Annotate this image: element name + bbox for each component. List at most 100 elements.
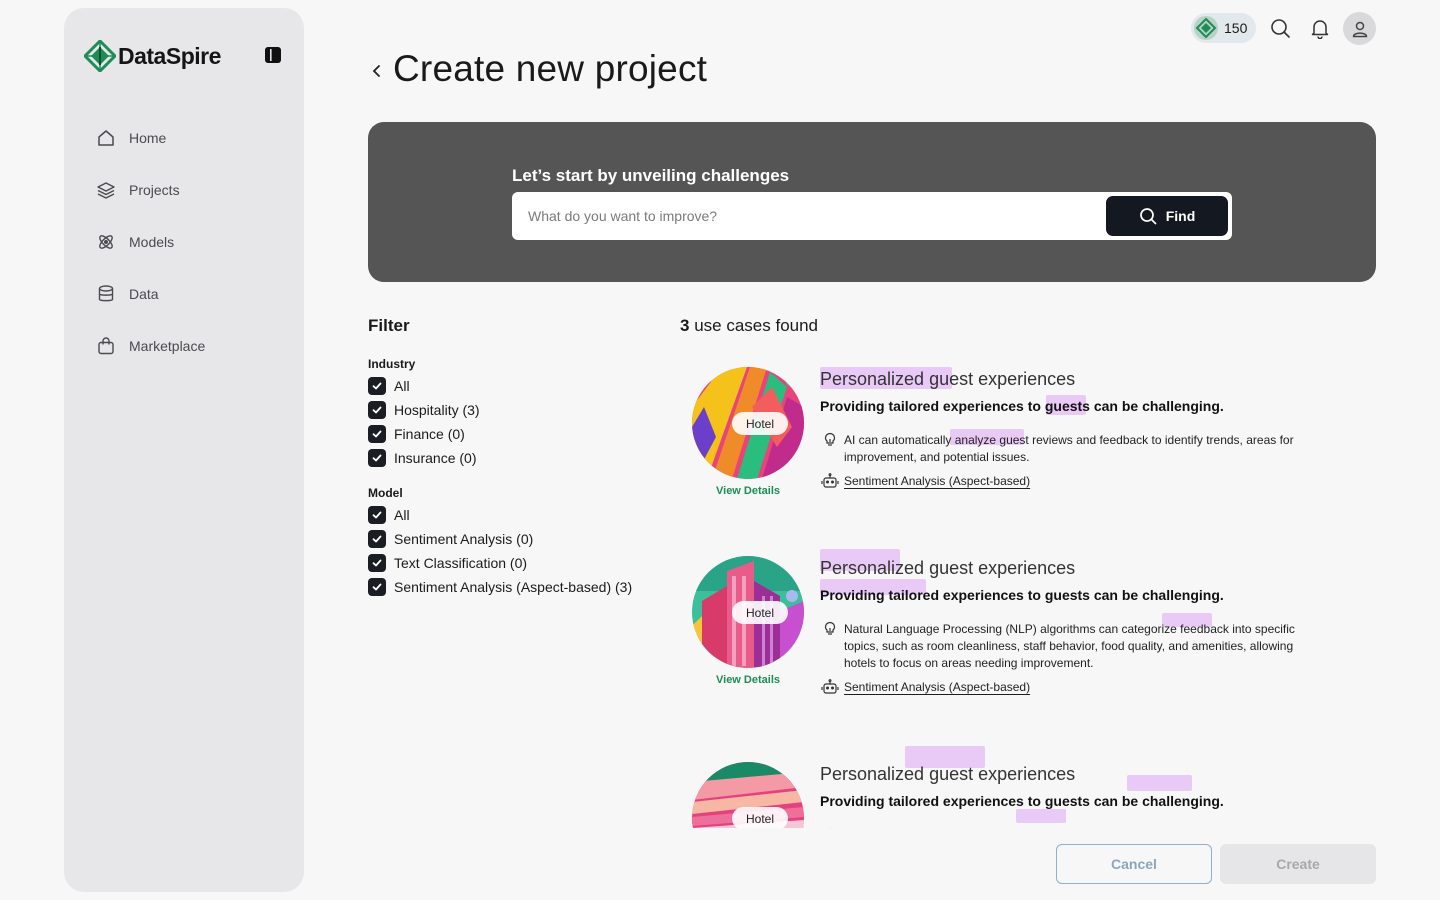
filter-option[interactable]: All: [368, 503, 632, 527]
page-title: Create new project: [393, 48, 708, 89]
sidebar-item-label: Projects: [129, 182, 180, 198]
user-icon: [1352, 21, 1367, 37]
search-icon[interactable]: [1269, 17, 1291, 39]
cancel-button[interactable]: Cancel: [1056, 844, 1212, 884]
robot-icon: [821, 473, 839, 488]
filter-option-label: Finance (0): [394, 426, 465, 442]
shopping-bag-icon: [96, 336, 116, 356]
filter-option-label: Sentiment Analysis (Aspect-based) (3): [394, 579, 633, 595]
credits-icon: [1194, 16, 1218, 40]
filter-option-label: Text Classification (0): [394, 555, 528, 571]
use-case-subtitle: Providing tailored experiences to guests…: [820, 793, 1224, 809]
check-icon: [372, 583, 382, 591]
dataspire-logo-icon: [84, 40, 116, 72]
sidebar-item-label: Data: [129, 286, 159, 302]
checkbox-checked[interactable]: [368, 425, 386, 443]
filter-group-model-title: Model: [368, 486, 403, 500]
filter-option[interactable]: Sentiment Analysis (Aspect-based) (3): [368, 575, 632, 599]
atom-icon: [96, 232, 116, 252]
view-details-link[interactable]: View Details: [710, 485, 786, 497]
sidebar-item-projects[interactable]: Projects: [96, 164, 205, 216]
filter-option-label: All: [394, 507, 410, 523]
use-case-title[interactable]: Personalized guest experiences: [820, 369, 1075, 390]
use-case-title[interactable]: Personalized guest experiences: [820, 764, 1075, 785]
filter-option[interactable]: All: [368, 374, 480, 398]
sidebar-item-marketplace[interactable]: Marketplace: [96, 320, 205, 372]
filter-option-label: Insurance (0): [394, 450, 477, 466]
model-link[interactable]: Sentiment Analysis (Aspect-based): [844, 680, 1030, 694]
industry-badge: Hotel: [732, 601, 788, 624]
layers-icon: [96, 180, 116, 200]
use-case-thumbnail[interactable]: Hotel: [692, 762, 804, 828]
check-icon: [372, 430, 382, 438]
search-bar: Find: [512, 192, 1232, 240]
use-case-thumbnail[interactable]: Hotel: [692, 367, 804, 479]
sidebar-item-label: Home: [129, 130, 167, 146]
checkbox-checked[interactable]: [368, 506, 386, 524]
bell-icon[interactable]: [1309, 17, 1331, 39]
use-case-thumbnail[interactable]: Hotel: [692, 556, 804, 668]
filter-group-industry-title: Industry: [368, 357, 416, 371]
use-case-description: Natural Language Processing (NLP) algori…: [844, 622, 1295, 670]
app-name: DataSpire: [118, 42, 221, 69]
check-icon: [372, 406, 382, 414]
sidebar-item-label: Models: [129, 234, 175, 250]
check-icon: [372, 382, 382, 390]
search-icon: [1139, 208, 1157, 225]
credits-value: 150: [1224, 20, 1248, 36]
back-chevron-icon[interactable]: [370, 62, 384, 80]
check-icon: [372, 535, 382, 543]
sidebar-item-models[interactable]: Models: [96, 216, 205, 268]
results-count-number: 3: [680, 316, 690, 335]
filter-group-model: All Sentiment Analysis (0) Text Classifi…: [368, 503, 632, 599]
use-case-subtitle: Providing tailored experiences to guests…: [820, 587, 1224, 603]
filter-option-label: All: [394, 378, 410, 394]
sidebar-item-data[interactable]: Data: [96, 268, 205, 320]
find-button-label: Find: [1165, 208, 1196, 224]
use-case-description: AI can automatically analyze guest revie…: [844, 433, 1294, 464]
checkbox-checked[interactable]: [368, 530, 386, 548]
checkbox-checked[interactable]: [368, 401, 386, 419]
robot-icon: [821, 679, 839, 694]
checkbox-checked[interactable]: [368, 449, 386, 467]
sidebar: DataSpire Home Projects Models Data Mark…: [64, 8, 304, 892]
sidebar-item-label: Marketplace: [129, 338, 206, 354]
create-button[interactable]: Create: [1220, 844, 1376, 884]
hero-heading: Let’s start by unveiling challenges: [512, 166, 790, 185]
filter-option-label: Hospitality (3): [394, 402, 480, 418]
challenge-search-panel: Let’s start by unveiling challenges Find: [368, 122, 1376, 282]
lightbulb-icon: [824, 621, 836, 635]
filter-group-industry: All Hospitality (3) Finance (0) Insuranc…: [368, 374, 480, 470]
sidebar-item-home[interactable]: Home: [96, 112, 205, 164]
filter-option[interactable]: Finance (0): [368, 422, 480, 446]
industry-badge: Hotel: [732, 412, 788, 435]
logo[interactable]: DataSpire: [84, 40, 221, 72]
filter-option[interactable]: Hospitality (3): [368, 398, 480, 422]
model-link[interactable]: Sentiment Analysis (Aspect-based): [844, 474, 1030, 488]
challenge-search-input[interactable]: [512, 192, 1102, 240]
filter-option[interactable]: Insurance (0): [368, 446, 480, 470]
use-case-subtitle: Providing tailored experiences to guests…: [820, 398, 1224, 414]
home-icon: [96, 128, 116, 148]
avatar[interactable]: [1343, 12, 1376, 45]
sidebar-collapse-icon[interactable]: [264, 46, 282, 64]
use-case-list[interactable]: Hotel View Details Personalized guest ex…: [680, 350, 1380, 828]
use-case-title[interactable]: Personalized guest experiences: [820, 558, 1075, 579]
credits-badge[interactable]: 150: [1191, 13, 1256, 43]
checkbox-checked[interactable]: [368, 377, 386, 395]
filter-option-label: Sentiment Analysis (0): [394, 531, 534, 547]
lightbulb-icon: [824, 432, 836, 446]
sidebar-nav: Home Projects Models Data Marketplace: [96, 112, 205, 372]
find-button[interactable]: Find: [1106, 196, 1228, 236]
checkbox-checked[interactable]: [368, 554, 386, 572]
results-count-suffix: use cases found: [694, 316, 819, 335]
check-icon: [372, 511, 382, 519]
filter-option[interactable]: Sentiment Analysis (0): [368, 527, 632, 551]
results-count: 3 use cases found: [680, 316, 818, 336]
industry-badge: Hotel: [732, 807, 788, 828]
check-icon: [372, 454, 382, 462]
check-icon: [372, 559, 382, 567]
filter-option[interactable]: Text Classification (0): [368, 551, 632, 575]
checkbox-checked[interactable]: [368, 578, 386, 596]
view-details-link[interactable]: View Details: [710, 674, 786, 686]
